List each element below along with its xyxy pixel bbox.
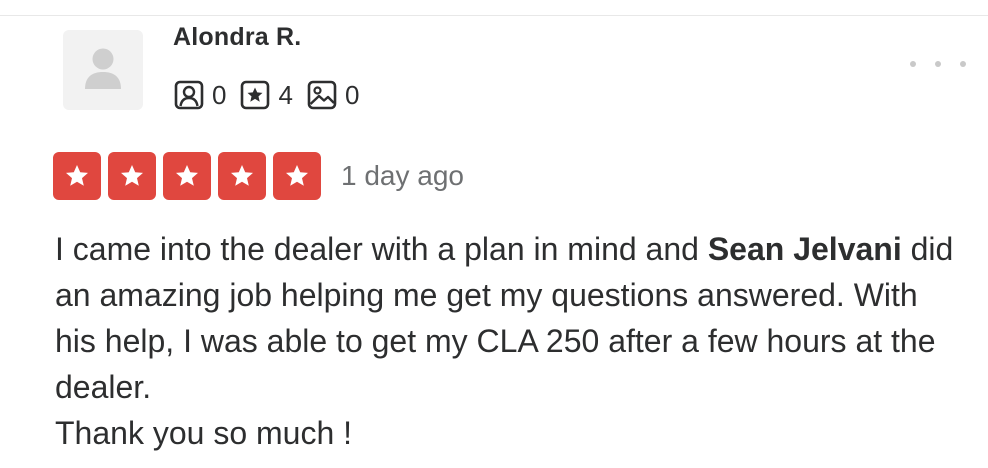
review-star-icon xyxy=(241,80,270,110)
star-icon xyxy=(286,165,308,186)
review-text-closing: Thank you so much ! xyxy=(55,415,353,451)
rating-star xyxy=(108,152,156,200)
user-name-link[interactable]: Alondra R. xyxy=(173,23,301,52)
reviews-count: 4 xyxy=(278,80,293,110)
rating-star xyxy=(163,152,211,200)
user-avatar[interactable] xyxy=(63,30,143,110)
friends-stat: 0 xyxy=(173,79,226,111)
review-text-part: I came into the dealer with a plan in mi… xyxy=(55,231,708,267)
menu-dot xyxy=(935,61,941,67)
star-icon xyxy=(66,165,88,186)
photos-count: 0 xyxy=(344,80,360,110)
star-icon xyxy=(176,165,198,186)
default-user-avatar-icon xyxy=(85,48,121,89)
review-text: I came into the dealer with a plan in mi… xyxy=(55,226,965,456)
friends-count: 0 xyxy=(212,80,227,110)
rating-star xyxy=(273,152,321,200)
menu-dot xyxy=(960,61,966,67)
reviews-stat: 4 xyxy=(239,79,293,111)
menu-dot xyxy=(910,61,916,67)
photos-stat: 0 xyxy=(306,79,359,111)
star-icon xyxy=(121,165,143,186)
review-date: 1 day ago xyxy=(341,160,464,191)
more-options-button[interactable] xyxy=(910,52,966,76)
star-icon xyxy=(231,165,253,186)
rating-star xyxy=(218,152,266,200)
friends-icon xyxy=(174,80,204,110)
top-divider xyxy=(0,15,988,16)
user-stats: 0 4 0 xyxy=(173,79,372,111)
rating-star xyxy=(53,152,101,200)
star-rating xyxy=(53,152,328,200)
mentioned-employee-name: Sean Jelvani xyxy=(707,231,902,267)
photo-icon xyxy=(307,80,337,110)
